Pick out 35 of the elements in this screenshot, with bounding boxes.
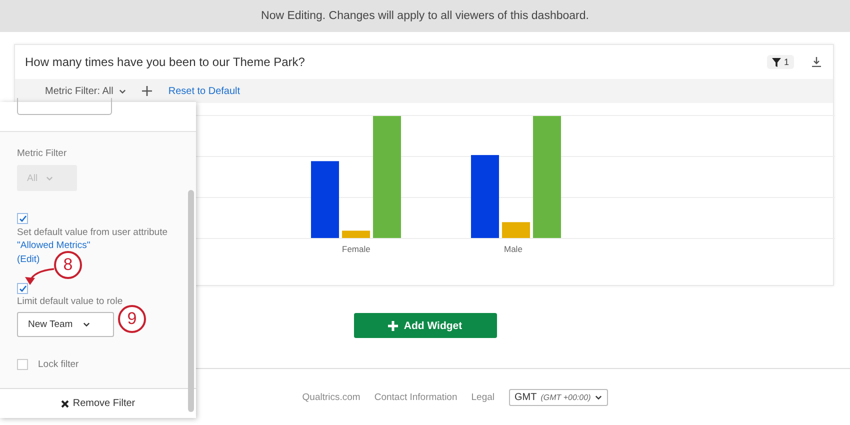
chevron-down-icon [46,176,53,180]
category-label: Male [504,244,522,254]
option-text: Set default value from user attribute "Allowed Metrics" [17,226,168,252]
callout-arrow [22,267,54,285]
reset-link[interactable]: Reset to Default [168,86,240,96]
metric-filter-dropdown[interactable]: Metric Filter: All [45,86,126,96]
option-text: Lock filter [38,359,79,370]
chevron-down-icon [82,322,90,327]
chart-bar [502,222,530,238]
add-icon[interactable] [142,86,152,96]
metric-filter-label: Metric Filter [17,148,68,159]
checkbox[interactable] [17,213,28,224]
role-dropdown[interactable]: New Team [17,312,114,337]
remove-filter-button[interactable]: Remove Filter [0,388,196,418]
filter-count-button[interactable]: 1 [766,55,794,69]
footer-link[interactable]: Qualtrics.com [302,392,360,402]
checkbox[interactable] [17,359,28,370]
option-text: Limit default value to role [17,296,124,307]
download-icon[interactable] [812,57,821,67]
chevron-down-icon [119,88,126,94]
checkbox[interactable] [17,283,28,294]
edit-link[interactable]: (Edit) [17,254,47,265]
chart-bar [342,230,370,238]
category-label: Female [342,244,370,254]
editing-banner: Now Editing. Changes will apply to all viewers of this dashboard. [0,0,850,32]
plus-icon [388,320,398,330]
timezone-dropdown[interactable]: GMT (GMT +00:00) [508,388,608,406]
widget-title: How many times have you been to our Theme Park? [25,55,306,69]
filter-icon [772,58,781,66]
chevron-down-icon [594,394,602,400]
close-icon [60,400,69,408]
footer-link[interactable]: Legal [471,392,494,402]
add-widget-button[interactable]: Add Widget [354,313,496,338]
footer-link[interactable]: Contact Information [374,392,458,402]
allowed-metrics-link[interactable]: "Allowed Metrics" [17,240,90,251]
